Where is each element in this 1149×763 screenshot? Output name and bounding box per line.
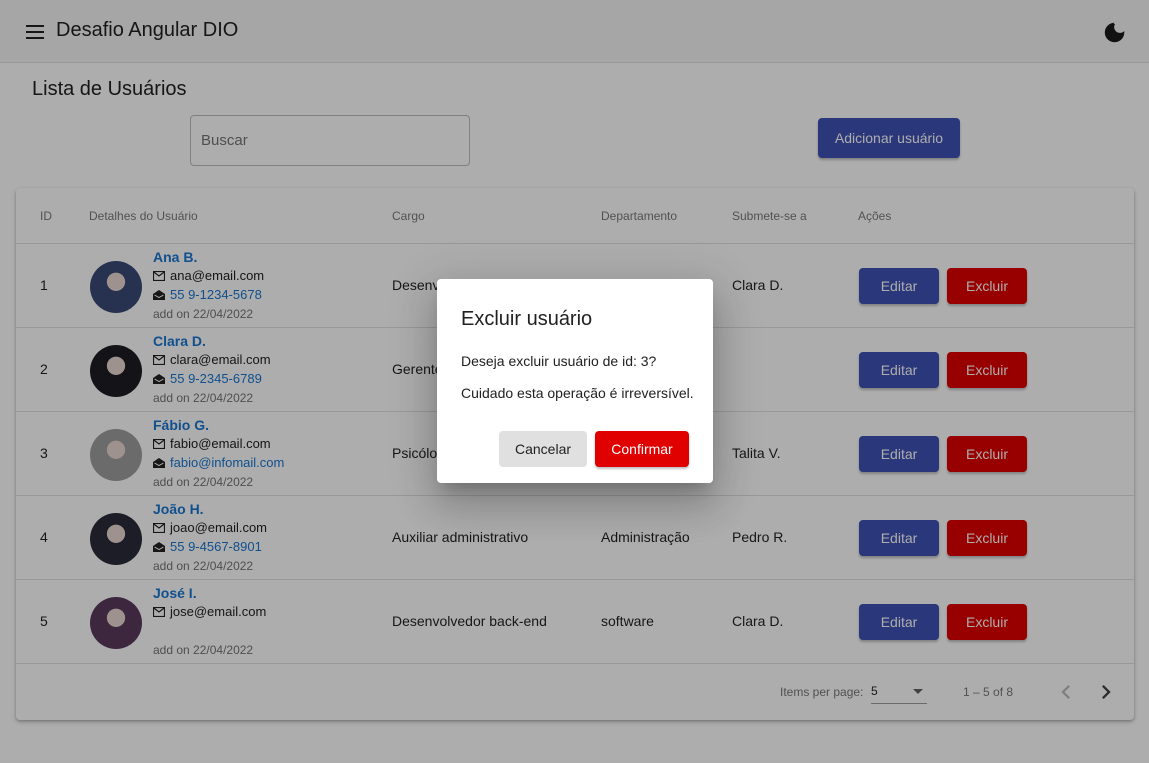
dialog-warning: Cuidado esta operação é irreversível. — [461, 385, 694, 401]
dialog-message: Deseja excluir usuário de id: 3? — [461, 353, 657, 369]
dialog-title: Excluir usuário — [461, 308, 593, 330]
delete-user-dialog: Excluir usuário Deseja excluir usuário d… — [437, 279, 713, 483]
cancel-button[interactable]: Cancelar — [499, 431, 587, 467]
confirm-button[interactable]: Confirmar — [595, 431, 689, 467]
